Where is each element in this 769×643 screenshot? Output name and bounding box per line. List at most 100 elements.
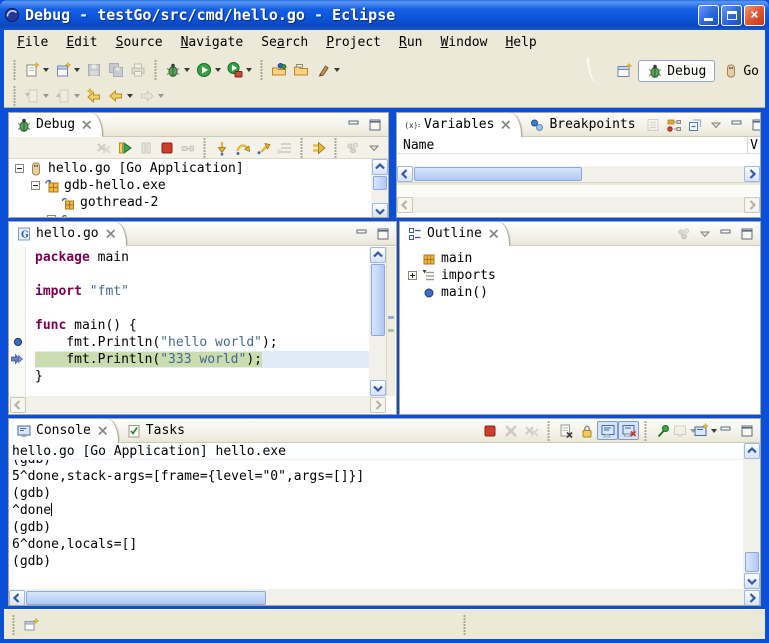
- print-button[interactable]: [127, 59, 149, 81]
- use-step-filters-button[interactable]: [274, 138, 295, 157]
- detail-horizontal-scrollbar[interactable]: [397, 197, 760, 213]
- column-name[interactable]: Name: [397, 138, 434, 153]
- scroll-right-button[interactable]: [370, 397, 386, 413]
- show-type-names-button[interactable]: [643, 115, 664, 134]
- dropdown-arrow-icon[interactable]: [74, 94, 80, 98]
- menu-run[interactable]: Run: [390, 30, 431, 55]
- step-return-button[interactable]: [253, 138, 274, 157]
- last-edit-location-button[interactable]: [83, 85, 105, 107]
- dropdown-arrow-icon[interactable]: [43, 68, 49, 72]
- scroll-up-button[interactable]: [372, 159, 388, 175]
- show-stdout-button[interactable]: [597, 421, 618, 440]
- maximize-button[interactable]: [721, 5, 742, 26]
- menu-help[interactable]: Help: [496, 30, 545, 55]
- close-tab-icon[interactable]: [103, 226, 119, 242]
- close-tab-icon[interactable]: [498, 117, 514, 133]
- editor-horizontal-scrollbar[interactable]: [10, 396, 386, 413]
- tab-tasks[interactable]: Tasks: [119, 419, 192, 443]
- scroll-left-button[interactable]: [397, 166, 413, 182]
- scroll-up-button[interactable]: [744, 443, 760, 459]
- tree-item-gothread-2[interactable]: gothread-2: [9, 194, 371, 211]
- remove-all-terminated-button[interactable]: [93, 138, 114, 157]
- show-logical-structures-button[interactable]: [664, 115, 685, 134]
- minimize-button[interactable]: [698, 5, 719, 26]
- search-button[interactable]: [312, 59, 343, 81]
- scroll-down-button[interactable]: [744, 573, 760, 589]
- tree-item-imports[interactable]: imports: [408, 267, 760, 284]
- suspend-button[interactable]: [135, 138, 156, 157]
- menu-window[interactable]: Window: [431, 30, 496, 55]
- column-value[interactable]: V: [750, 137, 758, 154]
- tab-variables[interactable]: (x)=Variables: [397, 113, 522, 137]
- close-button[interactable]: ×: [744, 5, 765, 26]
- open-resource-button[interactable]: [268, 59, 290, 81]
- drop-to-frame-button[interactable]: [308, 138, 329, 157]
- dropdown-arrow-icon[interactable]: [127, 94, 133, 98]
- dropdown-arrow-icon[interactable]: [246, 68, 252, 72]
- overview-ruler[interactable]: [386, 247, 395, 396]
- back-button[interactable]: [105, 85, 136, 107]
- tab-debug[interactable]: Debug: [9, 113, 103, 137]
- minimize-view-button[interactable]: [727, 115, 748, 134]
- scroll-left-button[interactable]: [10, 397, 26, 413]
- maximize-view-button[interactable]: [748, 115, 761, 134]
- variables-table-body[interactable]: [397, 154, 760, 166]
- show-stderr-button[interactable]: [618, 421, 639, 440]
- code-line[interactable]: package main: [35, 249, 369, 266]
- step-into-button[interactable]: [211, 138, 232, 157]
- save-all-button[interactable]: [105, 59, 127, 81]
- code-editor[interactable]: package mainimport "fmt"func main() { fm…: [27, 247, 369, 396]
- editor-ruler[interactable]: [10, 247, 26, 396]
- scroll-thumb[interactable]: [26, 591, 266, 605]
- tree-item[interactable]: [9, 211, 371, 218]
- tab-outline[interactable]: Outline: [400, 222, 510, 246]
- code-line[interactable]: fmt.Println("333 world");: [35, 351, 369, 368]
- close-tab-icon[interactable]: [486, 226, 502, 242]
- perspective-go[interactable]: Go: [719, 61, 763, 81]
- close-tab-icon[interactable]: [79, 117, 95, 133]
- scroll-left-button[interactable]: [397, 197, 413, 213]
- scroll-right-button[interactable]: [744, 590, 760, 606]
- step-over-button[interactable]: [232, 138, 253, 157]
- breakpoint-icon[interactable]: [10, 334, 26, 350]
- code-line[interactable]: [35, 266, 369, 283]
- scroll-right-button[interactable]: [744, 166, 760, 182]
- variables-detail-pane[interactable]: [397, 185, 760, 197]
- dropdown-arrow-icon[interactable]: [74, 68, 80, 72]
- link-with-editor-button[interactable]: [673, 224, 694, 243]
- save-button[interactable]: [83, 59, 105, 81]
- tree-item-main[interactable]: main: [408, 250, 760, 267]
- title-bar[interactable]: Debug - testGo/src/cmd/hello.go - Eclips…: [0, 0, 769, 30]
- scroll-thumb[interactable]: [745, 552, 759, 572]
- terminate-button[interactable]: [156, 138, 177, 157]
- prev-annotation-button[interactable]: [52, 85, 83, 107]
- tab-hello-go[interactable]: G hello.go: [9, 222, 127, 246]
- next-annotation-button[interactable]: [21, 85, 52, 107]
- expand-icon[interactable]: [408, 271, 417, 280]
- maximize-view-button[interactable]: [364, 115, 385, 134]
- scroll-lock-button[interactable]: [576, 421, 597, 440]
- dropdown-arrow-icon[interactable]: [334, 68, 340, 72]
- perspective-debug[interactable]: Debug: [638, 60, 715, 82]
- collapse-all-button[interactable]: [685, 115, 706, 134]
- tab-console[interactable]: Console: [9, 419, 119, 443]
- tree-item-main[interactable]: main(): [408, 284, 760, 301]
- code-line[interactable]: func main() {: [35, 317, 369, 334]
- instruction-pointer-icon[interactable]: [10, 351, 26, 367]
- code-line[interactable]: fmt.Println("hello world");: [35, 334, 369, 351]
- console-vertical-scrollbar[interactable]: [743, 443, 760, 589]
- view-filters-button[interactable]: [342, 138, 363, 157]
- menu-file[interactable]: File: [8, 30, 57, 55]
- console-horizontal-scrollbar[interactable]: [9, 589, 760, 606]
- debug-vertical-scrollbar[interactable]: [371, 159, 388, 218]
- display-selected-console-button[interactable]: [673, 421, 694, 440]
- maximize-view-button[interactable]: [372, 224, 393, 243]
- collapse-icon[interactable]: [15, 164, 24, 173]
- minimize-view-button[interactable]: [343, 115, 364, 134]
- debug-launch-button[interactable]: [162, 59, 193, 81]
- close-tab-icon[interactable]: [95, 423, 111, 439]
- remove-all-launches-button[interactable]: [521, 421, 542, 440]
- clear-console-button[interactable]: [555, 421, 576, 440]
- variables-horizontal-scrollbar[interactable]: [397, 166, 760, 182]
- fast-view-button[interactable]: [20, 615, 41, 634]
